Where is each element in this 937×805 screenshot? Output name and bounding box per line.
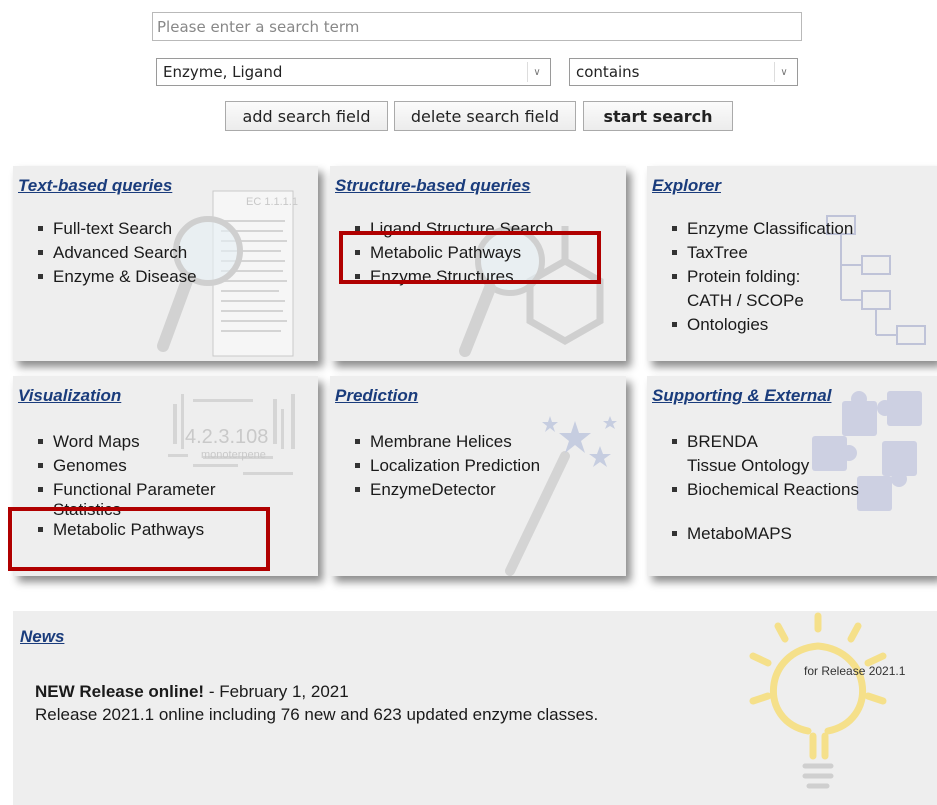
- link-ontologies[interactable]: Ontologies: [667, 313, 853, 337]
- panel-title-structure-based-queries[interactable]: Structure-based queries: [335, 176, 531, 196]
- link-brenda[interactable]: BRENDA: [667, 430, 859, 454]
- link-protein-folding[interactable]: Protein folding:: [667, 265, 853, 289]
- panel-title-supporting-external[interactable]: Supporting & External: [652, 386, 831, 406]
- ec-number-decoration: EC 1.1.1.1: [246, 196, 298, 208]
- news-headline-bold: NEW Release online!: [35, 682, 205, 701]
- link-ligand-structure-search[interactable]: Ligand Structure Search: [350, 217, 553, 241]
- start-search-button[interactable]: start search: [583, 101, 733, 131]
- search-operator-select-value: contains: [576, 63, 640, 81]
- news-title[interactable]: News: [20, 627, 64, 647]
- link-tissue-ontology[interactable]: Tissue Ontology: [667, 454, 859, 478]
- link-statistics[interactable]: Statistics: [33, 501, 216, 518]
- link-genomes[interactable]: Genomes: [33, 454, 216, 478]
- news-headline: NEW Release online! - February 1, 2021: [35, 682, 349, 702]
- link-enzymedetector[interactable]: EnzymeDetector: [350, 478, 540, 502]
- panel-supporting-external: Supporting & External BRENDA Tissue Onto…: [647, 376, 937, 576]
- link-biochemical-reactions[interactable]: Biochemical Reactions: [667, 478, 859, 502]
- panel-title-explorer[interactable]: Explorer: [652, 176, 721, 196]
- link-cath-scope[interactable]: CATH / SCOPe: [667, 289, 853, 313]
- panel-title-text-based-queries[interactable]: Text-based queries: [18, 176, 172, 196]
- link-metabolic-pathways[interactable]: Metabolic Pathways: [350, 241, 553, 265]
- chevron-down-icon: ∨: [774, 62, 793, 82]
- panel-text-based-queries: EC 1.1.1.1 Text-based queries Full-text …: [13, 166, 318, 361]
- link-metabolic-pathways-visualization[interactable]: Metabolic Pathways: [33, 518, 216, 542]
- news-headline-date: - February 1, 2021: [204, 682, 349, 701]
- add-search-field-button[interactable]: add search field: [225, 101, 388, 131]
- search-field-select[interactable]: Enzyme, Ligand ∨: [156, 58, 551, 86]
- delete-search-field-button[interactable]: delete search field: [394, 101, 576, 131]
- chevron-down-icon: ∨: [527, 62, 546, 82]
- search-operator-select[interactable]: contains ∨: [569, 58, 798, 86]
- link-metabomaps[interactable]: MetaboMAPS: [667, 522, 859, 546]
- panel-structure-based-queries: Structure-based queries Ligand Structure…: [330, 166, 626, 361]
- panel-title-prediction[interactable]: Prediction: [335, 386, 418, 406]
- panel-explorer: Explorer Enzyme Classification TaxTree P…: [647, 166, 937, 361]
- search-input[interactable]: Please enter a search term: [152, 12, 802, 41]
- list-spacer: [667, 502, 859, 522]
- panel-title-visualization[interactable]: Visualization: [18, 386, 121, 406]
- link-functional-parameter-statistics[interactable]: Functional Parameter: [33, 478, 216, 502]
- link-word-maps[interactable]: Word Maps: [33, 430, 216, 454]
- news-release-label: for Release 2021.1: [804, 664, 906, 678]
- link-enzyme-classification[interactable]: Enzyme Classification: [667, 217, 853, 241]
- light-bulb-icon: [749, 612, 887, 789]
- link-taxtree[interactable]: TaxTree: [667, 241, 853, 265]
- link-localization-prediction[interactable]: Localization Prediction: [350, 454, 540, 478]
- panel-visualization: 4.2.3.108 monoterpene Visualization Word…: [13, 376, 318, 576]
- search-field-select-value: Enzyme, Ligand: [163, 63, 283, 81]
- panel-prediction: Prediction Membrane Helices Localization…: [330, 376, 626, 576]
- link-enzyme-disease[interactable]: Enzyme & Disease: [33, 265, 197, 289]
- news-text: Release 2021.1 online including 76 new a…: [35, 705, 599, 724]
- link-advanced-search[interactable]: Advanced Search: [33, 241, 197, 265]
- link-membrane-helices[interactable]: Membrane Helices: [350, 430, 540, 454]
- link-enzyme-structures[interactable]: Enzyme Structures: [350, 265, 553, 289]
- link-full-text-search[interactable]: Full-text Search: [33, 217, 197, 241]
